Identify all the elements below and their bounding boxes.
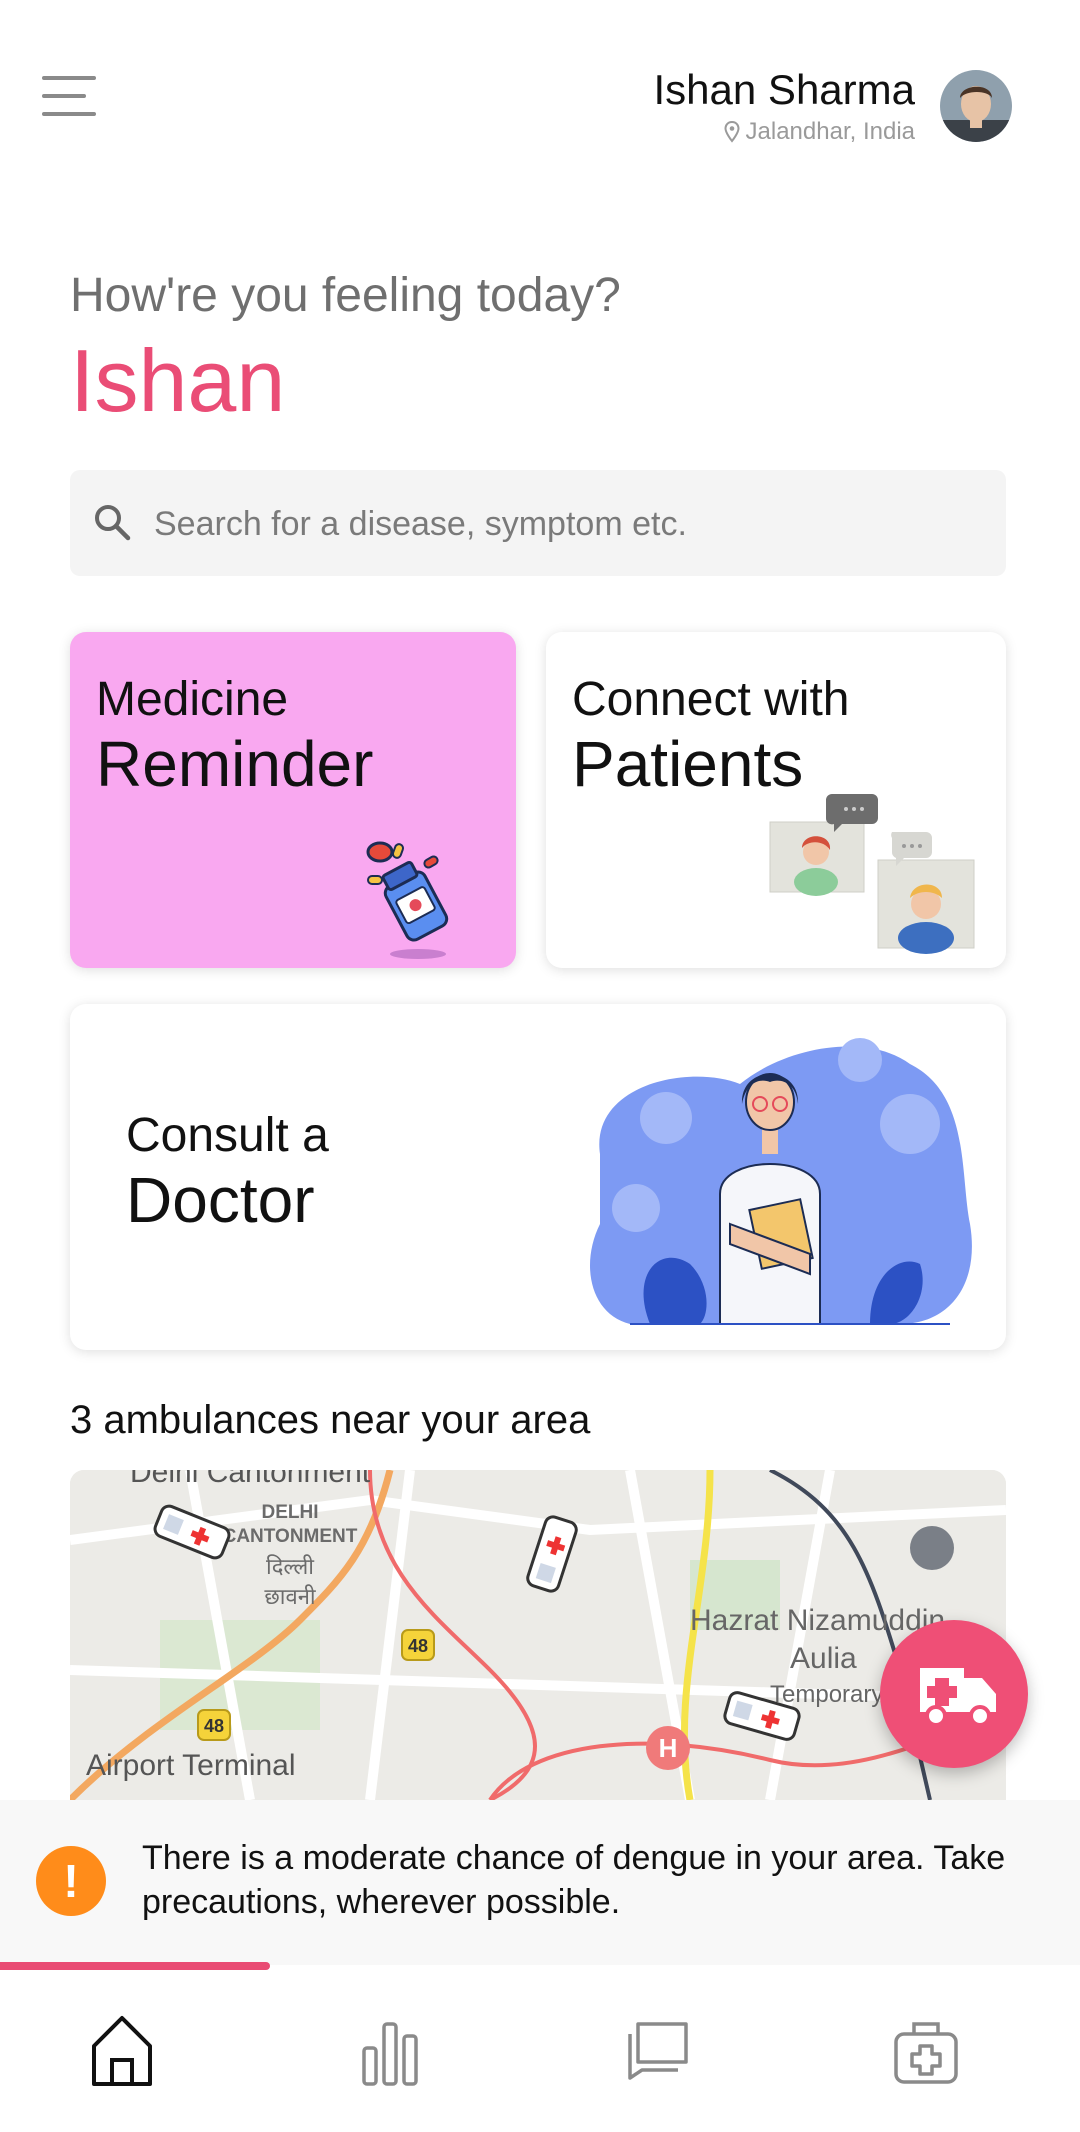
alert-progress-bar <box>0 1962 270 1970</box>
medicine-card-line1: Medicine <box>96 673 289 726</box>
map-label: DELHI <box>262 1502 319 1523</box>
menu-line-icon <box>42 94 86 98</box>
nav-stats[interactable] <box>340 2000 440 2100</box>
map-canvas: Delhi Cantonment DELHI CANTONMENT दिल्ली… <box>70 1470 1006 1800</box>
medicine-reminder-card[interactable]: Medicine Reminder <box>70 632 516 968</box>
nav-home[interactable] <box>72 2000 172 2100</box>
home-icon <box>92 2016 152 2086</box>
map-label: CANTONMENT <box>223 1526 358 1547</box>
consult-card-line2: Doctor <box>126 1164 315 1236</box>
stats-icon <box>362 2022 418 2086</box>
search-input[interactable] <box>152 498 976 550</box>
call-ambulance-button[interactable] <box>880 1620 1028 1768</box>
medical-kit-icon <box>894 2022 958 2084</box>
ambulance-map[interactable]: Delhi Cantonment DELHI CANTONMENT दिल्ली… <box>70 1470 1006 1800</box>
search-icon <box>95 505 131 541</box>
nav-medical[interactable] <box>876 2000 976 2100</box>
road-shield-label: 48 <box>204 1716 224 1736</box>
map-label: दिल्ली <box>266 1554 314 1579</box>
video-call-illustration <box>769 794 975 954</box>
menu-line-icon <box>42 76 96 80</box>
user-location: Jalandhar, India <box>724 118 915 146</box>
menu-line-icon <box>42 112 96 116</box>
connect-patients-card[interactable]: Connect with Patients <box>546 632 1006 968</box>
consult-doctor-card[interactable]: Consult a Doctor <box>70 1004 1006 1350</box>
ambulance-icon <box>920 1668 996 1727</box>
road-shield-label: 48 <box>408 1636 428 1656</box>
map-label: Airport Terminal <box>86 1749 296 1782</box>
ambulances-section-title: 3 ambulances near your area <box>70 1398 591 1442</box>
alert-text: There is a moderate chance of dengue in … <box>142 1839 1006 1921</box>
hero-user-name: Ishan <box>70 331 286 430</box>
warning-icon: ! <box>36 1846 106 1916</box>
doctor-illustration <box>590 1038 972 1325</box>
chat-icon <box>628 2022 688 2080</box>
map-label: Temporary <box>770 1681 883 1708</box>
medicine-bottle-icon <box>366 841 449 959</box>
connect-card-line2: Patients <box>572 728 804 800</box>
nav-chat[interactable] <box>608 2000 708 2100</box>
map-label: छावनी <box>264 1584 316 1609</box>
map-label: Aulia <box>790 1642 857 1675</box>
hospital-marker-icon: H <box>659 1733 678 1763</box>
search-bar[interactable] <box>70 470 1006 576</box>
bottom-nav <box>0 1970 1080 2132</box>
dengue-alert: ! There is a moderate chance of dengue i… <box>0 1800 1080 1965</box>
consult-card-line1: Consult a <box>126 1109 329 1162</box>
greeting-text: How're you feeling today? <box>70 269 621 322</box>
location-text: Jalandhar, India <box>745 118 915 145</box>
user-name: Ishan Sharma <box>653 66 915 113</box>
location-pin-icon <box>724 121 740 143</box>
medicine-card-line2: Reminder <box>96 728 374 800</box>
connect-card-line1: Connect with <box>572 673 850 726</box>
map-label: Delhi Cantonment <box>130 1470 371 1489</box>
menu-button[interactable] <box>42 74 100 118</box>
avatar[interactable] <box>940 70 1012 142</box>
